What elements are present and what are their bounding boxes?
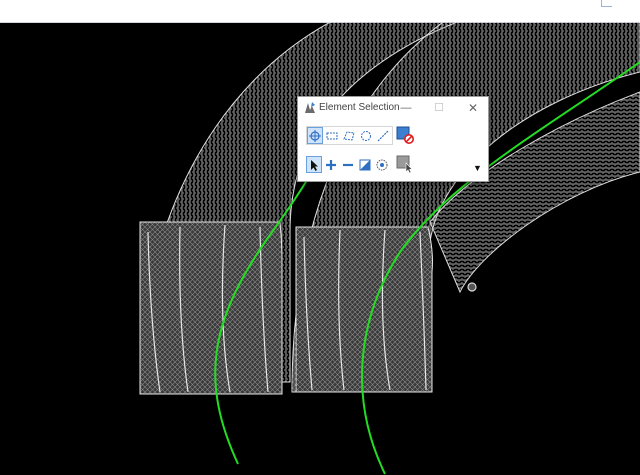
shape-method-icon[interactable] bbox=[341, 127, 357, 144]
more-options-button[interactable]: ▼ bbox=[473, 163, 482, 173]
clear-selection-icon bbox=[396, 126, 414, 144]
3d-view[interactable] bbox=[0, 22, 640, 475]
element-selection-dialog: Element Selection — ☐ ✕ ▼ bbox=[297, 96, 489, 182]
title-bar-accent bbox=[601, 0, 612, 7]
selection-settings-icon bbox=[396, 155, 413, 173]
method-group bbox=[306, 126, 393, 145]
maximize-button[interactable]: ☐ bbox=[428, 99, 450, 117]
new-mode-icon[interactable] bbox=[306, 156, 322, 173]
block-method-icon[interactable] bbox=[324, 127, 340, 144]
method-toolbar bbox=[306, 126, 393, 145]
dialog-title-bar[interactable]: Element Selection — ☐ ✕ bbox=[298, 97, 488, 119]
add-mode-icon[interactable] bbox=[323, 156, 339, 173]
pointer-marker bbox=[467, 282, 477, 292]
minimize-button[interactable]: — bbox=[395, 99, 417, 117]
close-button[interactable]: ✕ bbox=[462, 99, 484, 117]
subtract-mode-icon[interactable] bbox=[340, 156, 356, 173]
app-title-bar bbox=[0, 0, 640, 23]
selection-tool-icon bbox=[303, 101, 317, 115]
select-all-icon[interactable] bbox=[374, 156, 390, 173]
dialog-title: Element Selection bbox=[319, 102, 400, 113]
circle-method-icon[interactable] bbox=[358, 127, 374, 144]
invert-mode-icon[interactable] bbox=[357, 156, 373, 173]
individual-method-icon[interactable] bbox=[307, 127, 323, 144]
line-method-icon[interactable] bbox=[375, 127, 391, 144]
selection-settings-button[interactable] bbox=[395, 154, 415, 174]
mode-toolbar bbox=[306, 155, 391, 174]
clear-selection-button[interactable] bbox=[395, 125, 415, 145]
